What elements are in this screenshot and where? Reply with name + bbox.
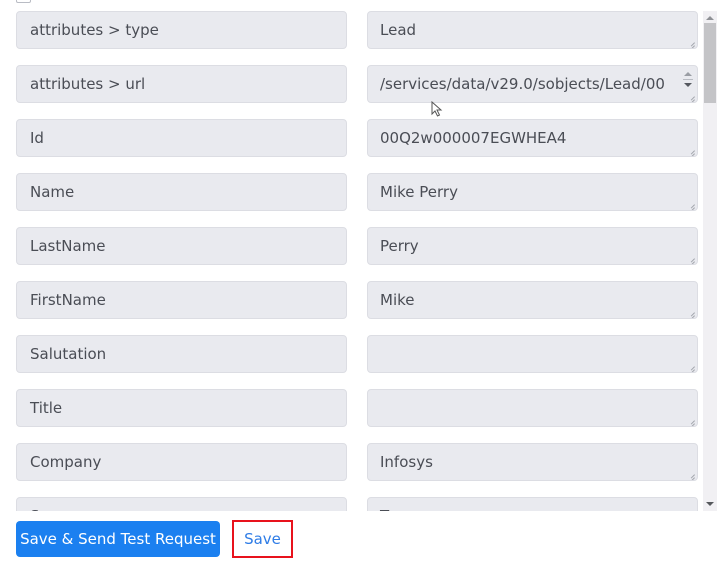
scroll-up-arrow-icon[interactable] — [684, 72, 692, 76]
field-row: S... T... — [0, 497, 726, 511]
scrollbar[interactable] — [703, 11, 717, 511]
resize-grip-icon[interactable] — [687, 470, 695, 478]
value-text: Perry — [380, 237, 419, 255]
key-field[interactable]: Title — [16, 389, 347, 427]
action-bar: Save & Send Test Request Save — [0, 511, 726, 567]
value-text: Lead — [380, 21, 417, 39]
save-and-send-test-request-button[interactable]: Save & Send Test Request — [16, 521, 220, 557]
scroll-down-arrow-icon[interactable] — [684, 83, 692, 87]
resize-grip-icon[interactable] — [687, 146, 695, 154]
field-row: Title — [0, 389, 726, 443]
value-textarea[interactable]: /services/data/v29.0/sobjects/Lead/00 — [367, 65, 698, 103]
key-field[interactable]: Company — [16, 443, 347, 481]
value-textarea[interactable] — [367, 335, 698, 373]
value-textarea[interactable]: Mike — [367, 281, 698, 319]
key-field[interactable]: Salutation — [16, 335, 347, 373]
key-field[interactable]: LastName — [16, 227, 347, 265]
spinner-divider — [683, 79, 693, 80]
resize-grip-icon[interactable] — [687, 308, 695, 316]
field-row: Name Mike Perry — [0, 173, 726, 227]
key-field[interactable]: S... — [16, 497, 347, 511]
key-field[interactable]: attributes > type — [16, 11, 347, 49]
scroll-up-arrow-icon[interactable] — [706, 16, 714, 20]
value-textarea[interactable]: Infosys — [367, 443, 698, 481]
value-textarea[interactable]: Perry — [367, 227, 698, 265]
resize-grip-icon[interactable] — [687, 38, 695, 46]
key-field[interactable]: Id — [16, 119, 347, 157]
value-textarea[interactable]: Lead — [367, 11, 698, 49]
checkbox[interactable] — [16, 0, 31, 3]
value-textarea[interactable] — [367, 389, 698, 427]
field-mapping-list: attributes > type Lead attributes > url … — [0, 0, 726, 511]
field-row: Id 00Q2w000007EGWHEA4 — [0, 119, 726, 173]
textarea-scroll-spinner[interactable] — [682, 70, 694, 92]
resize-grip-icon[interactable] — [687, 92, 695, 100]
value-text: 00Q2w000007EGWHEA4 — [380, 129, 567, 147]
field-row: LastName Perry — [0, 227, 726, 281]
resize-grip-icon[interactable] — [687, 254, 695, 262]
field-row: attributes > type Lead — [0, 11, 726, 65]
value-text: /services/data/v29.0/sobjects/Lead/00 — [380, 75, 665, 93]
resize-grip-icon[interactable] — [687, 200, 695, 208]
resize-grip-icon[interactable] — [687, 416, 695, 424]
value-textarea[interactable]: T... — [367, 497, 698, 511]
value-text: Infosys — [380, 453, 433, 471]
field-row: FirstName Mike — [0, 281, 726, 335]
field-row: Company Infosys — [0, 443, 726, 497]
field-row: Salutation — [0, 335, 726, 389]
scrollbar-thumb[interactable] — [704, 23, 716, 103]
mouse-cursor-icon — [431, 101, 443, 117]
value-text: Mike Perry — [380, 183, 458, 201]
save-button[interactable]: Save — [232, 520, 293, 558]
value-textarea[interactable]: 00Q2w000007EGWHEA4 — [367, 119, 698, 157]
value-textarea[interactable]: Mike Perry — [367, 173, 698, 211]
key-field[interactable]: attributes > url — [16, 65, 347, 103]
resize-grip-icon[interactable] — [687, 362, 695, 370]
value-text: Mike — [380, 291, 415, 309]
scroll-down-arrow-icon[interactable] — [706, 502, 714, 506]
key-field[interactable]: Name — [16, 173, 347, 211]
field-row: attributes > url /services/data/v29.0/so… — [0, 65, 726, 119]
key-field[interactable]: FirstName — [16, 281, 347, 319]
field-rows: attributes > type Lead attributes > url … — [0, 11, 726, 511]
